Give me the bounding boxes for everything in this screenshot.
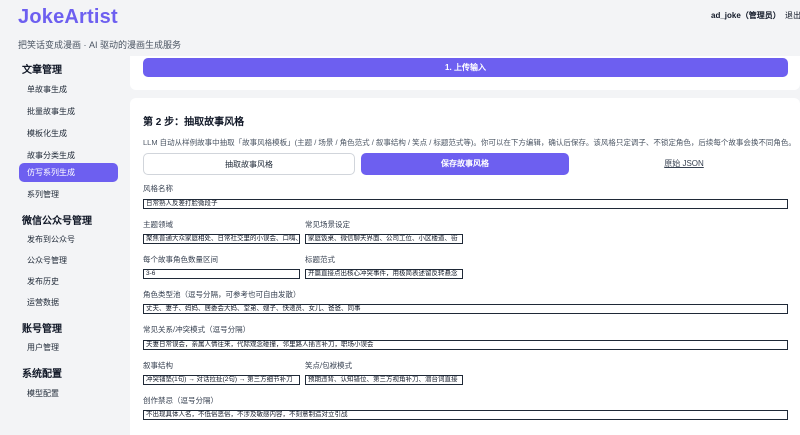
logout-link[interactable]: 退出 [785, 10, 800, 21]
role-pool-field[interactable]: 丈夫、妻子、妈妈、居委会大妈、堂弟、嫂子、快递员、女儿、爸爸、同事 [143, 304, 788, 314]
role-count-field[interactable]: 3-6 [143, 269, 300, 279]
save-style-button[interactable]: 保存故事风格 [361, 153, 569, 175]
sidebar-item-imitation-series[interactable]: 仿写系列生成 [19, 163, 118, 182]
title-pattern-field[interactable]: 开篇直接点出核心冲突事件，用极简表述留反转悬念 [305, 269, 463, 279]
sidebar-item-publish-history[interactable]: 发布历史 [19, 272, 118, 291]
app-logo[interactable]: JokeArtist [18, 6, 118, 29]
role-pool-label: 角色类型池（逗号分隔，可参考也可自由发散） [143, 290, 301, 299]
raw-json-link[interactable]: 原始 JSON [580, 153, 788, 175]
relations-field[interactable]: 夫妻日常误会，亲属人情往来，代际观念碰撞，邻里路人插言补刀，职场小误会 [143, 340, 788, 350]
structure-field[interactable]: 冲突铺垫(1句) → 对话拉扯(2句) → 第三方细节补刀 [143, 375, 300, 385]
sidebar-group-articles: 文章管理 [22, 65, 62, 76]
sidebar-item-model-config[interactable]: 模型配置 [19, 384, 118, 403]
current-user: ad_joke（管理员） [711, 11, 781, 20]
sidebar-group-wechat: 微信公众号管理 [22, 216, 92, 227]
theme-label: 主题领域 [143, 220, 173, 229]
app-header: JokeArtist 把笑话变成漫画 · AI 驱动的漫画生成服务 ad_jok… [0, 0, 800, 56]
role-count-label: 每个故事角色数量区间 [143, 255, 218, 264]
scene-field[interactable]: 家庭饭桌、微信聊天界面、公司工位、小区楼道、街 [305, 234, 463, 244]
theme-field[interactable]: 聚焦普通大众家庭相处、日常社交里的小误会、口嗨、 [143, 234, 300, 244]
step2-description: LLM 自动从样例故事中抽取「故事风格模板」(主题 / 场景 / 角色范式 / … [143, 138, 796, 147]
sidebar-item-batch-story[interactable]: 批量故事生成 [19, 102, 118, 121]
sidebar-group-system: 系统配置 [22, 369, 62, 380]
sidebar-item-template[interactable]: 模板化生成 [19, 124, 118, 143]
sidebar-group-account: 账号管理 [22, 324, 62, 335]
app-tagline: 把笑话变成漫画 · AI 驱动的漫画生成服务 [18, 40, 182, 50]
sidebar-item-user-manage[interactable]: 用户管理 [19, 338, 118, 357]
style-name-label: 风格名称 [143, 184, 173, 193]
taboo-label: 创作禁忌（逗号分隔） [143, 396, 218, 405]
sidebar-item-operation-data[interactable]: 运营数据 [19, 293, 118, 312]
taboo-field[interactable]: 不出现具体人名，不低俗恶俗，不涉及敏感内容，不刻意制造对立引战 [143, 410, 788, 420]
title-pattern-label: 标题范式 [305, 255, 335, 264]
scene-label: 常见场景设定 [305, 220, 350, 229]
humor-label: 笑点/包袱模式 [305, 361, 353, 370]
style-name-field[interactable]: 日常熟人反差打脸微段子 [143, 199, 788, 209]
sidebar-item-account-manage[interactable]: 公众号管理 [19, 251, 118, 270]
upload-input-button[interactable]: 1. 上传输入 [143, 58, 788, 77]
sidebar-item-publish[interactable]: 发布到公众号 [19, 230, 118, 249]
relations-label: 常见关系/冲突模式（逗号分隔） [143, 325, 251, 334]
step2-title: 第 2 步：抽取故事风格 [143, 117, 245, 128]
extract-style-button[interactable]: 抽取故事风格 [143, 153, 355, 175]
structure-label: 叙事结构 [143, 361, 173, 370]
sidebar-item-series-manage[interactable]: 系列管理 [19, 185, 118, 204]
humor-field[interactable]: 预期违背、认知错位、第三方视角补刀、潜台词直接 [305, 375, 463, 385]
sidebar-item-single-story[interactable]: 单故事生成 [19, 80, 118, 99]
